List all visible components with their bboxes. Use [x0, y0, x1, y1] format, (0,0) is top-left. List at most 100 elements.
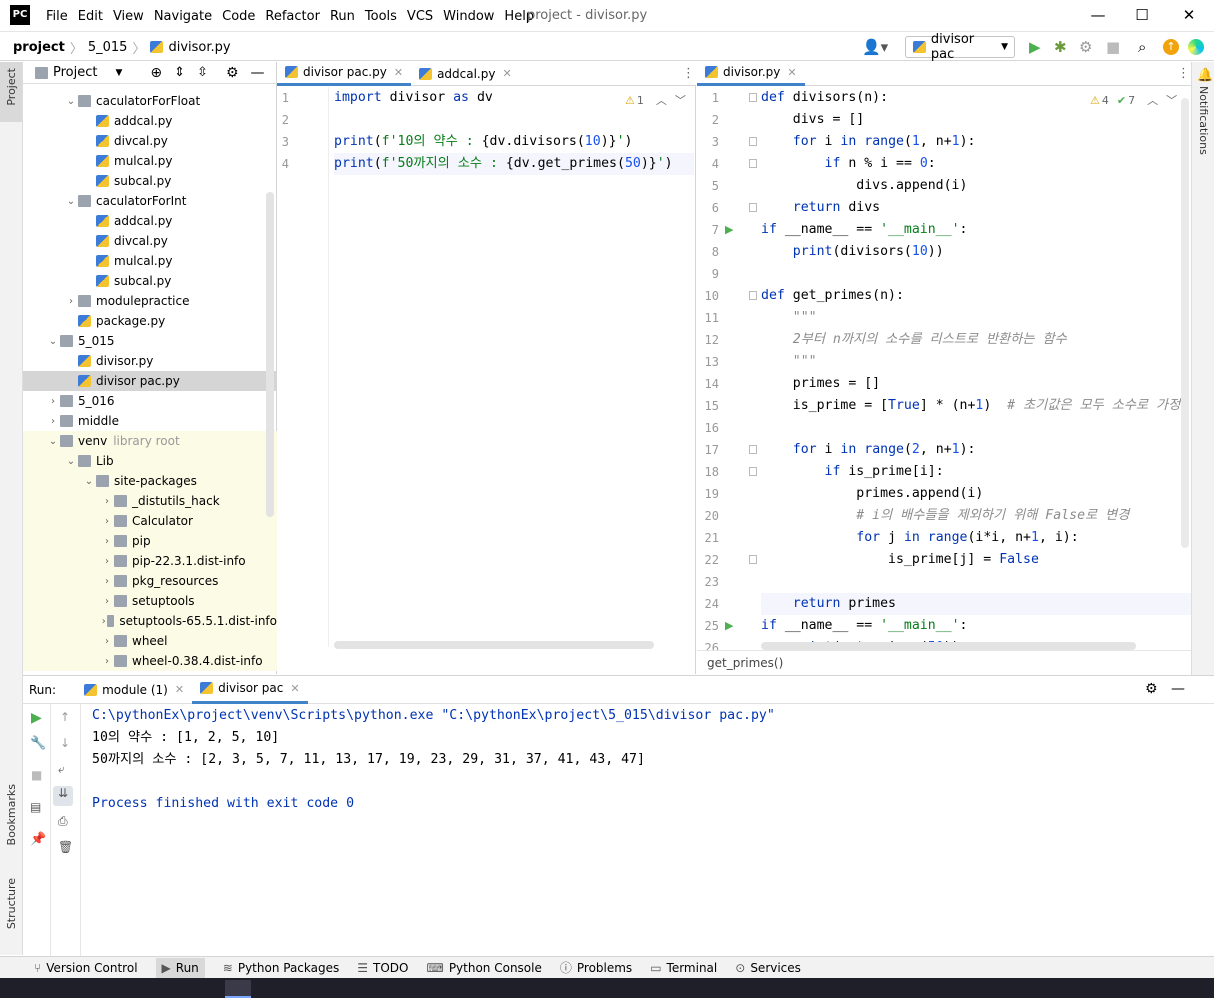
pin-icon[interactable]: 📌 [30, 832, 46, 847]
tree-item[interactable]: › setuptools [23, 591, 277, 611]
chevron-right-icon[interactable]: › [46, 396, 60, 407]
code-breadcrumb[interactable]: get_primes() [697, 650, 1191, 674]
chevron-down-icon[interactable]: ⌄ [64, 456, 78, 467]
chevron-down-icon[interactable]: ⌄ [46, 436, 60, 447]
bookmarks-tool-tab[interactable]: Bookmarks [5, 784, 18, 845]
tree-item[interactable]: divisor.py [23, 351, 277, 371]
tool-window-terminal[interactable]: ▭ Terminal [650, 961, 717, 975]
project-tool-tab[interactable]: Project [5, 68, 18, 106]
tree-item[interactable]: mulcal.py [23, 251, 277, 271]
tree-item[interactable]: mulcal.py [23, 151, 277, 171]
tree-item[interactable]: › pip [23, 531, 277, 551]
tree-item[interactable]: subcal.py [23, 271, 277, 291]
menu-code[interactable]: Code [222, 9, 255, 24]
close-icon[interactable]: ✕ [787, 66, 796, 79]
menu-navigate[interactable]: Navigate [154, 9, 212, 24]
tree-item[interactable]: › wheel [23, 631, 277, 651]
tool-window-problems[interactable]: ⓘ Problems [560, 959, 632, 976]
trash-icon[interactable]: 🗑 [58, 840, 73, 854]
tree-item[interactable]: ⌄ 5_015 [23, 331, 277, 351]
menu-file[interactable]: File [46, 9, 68, 24]
menu-tools[interactable]: Tools [365, 9, 397, 24]
close-icon[interactable]: ✕ [175, 683, 184, 696]
run-tab[interactable]: module (1) ✕ [76, 676, 192, 704]
chevron-down-icon[interactable]: ⌄ [64, 196, 78, 207]
tree-item[interactable]: ⌄ caculatorForFloat [23, 91, 277, 111]
minimize-icon[interactable]: — [1083, 6, 1113, 24]
editor-tab[interactable]: addcal.py ✕ [411, 62, 520, 86]
tree-item[interactable]: ⌄ Lib [23, 451, 277, 471]
tool-window-version-control[interactable]: ⑂ Version Control [34, 961, 138, 975]
scroll-to-end-icon[interactable]: ⇊ [53, 786, 73, 806]
fold-icon[interactable] [749, 137, 757, 146]
code-area[interactable]: def divisors(n): divs = [] for i in rang… [761, 87, 1191, 647]
collapse-all-icon[interactable]: ⇳ [197, 65, 208, 80]
chevron-down-icon[interactable]: ▼ [115, 68, 122, 78]
chevron-right-icon[interactable]: › [100, 556, 114, 567]
horizontal-scrollbar[interactable] [334, 641, 654, 649]
close-icon[interactable]: ✕ [290, 682, 299, 695]
chevron-right-icon[interactable]: › [100, 496, 114, 507]
tree-item[interactable]: divisor pac.py [23, 371, 277, 391]
console-output[interactable]: C:\pythonEx\project\venv\Scripts\python.… [92, 705, 775, 815]
menu-edit[interactable]: Edit [78, 9, 103, 24]
run-icon[interactable]: ▶ [1029, 38, 1041, 56]
menu-window[interactable]: Window [443, 9, 494, 24]
breadcrumb-folder[interactable]: 5_015 [88, 40, 128, 55]
menu-view[interactable]: View [113, 9, 144, 24]
more-tabs-icon[interactable]: ⋮ [682, 66, 695, 81]
tree-item[interactable]: package.py [23, 311, 277, 331]
editor-tab[interactable]: divisor pac.py ✕ [277, 62, 412, 86]
locate-icon[interactable]: ⊕ [150, 65, 162, 81]
run-gutter-icon[interactable]: ▶ [725, 223, 733, 236]
bell-icon[interactable]: 🔔 [1197, 68, 1213, 83]
tool-window-python-packages[interactable]: ≋ Python Packages [223, 961, 339, 975]
maximize-icon[interactable]: ☐ [1127, 6, 1157, 24]
chevron-right-icon[interactable]: › [100, 536, 114, 547]
rerun-icon[interactable]: ▶ [31, 710, 42, 726]
update-icon[interactable]: ↑ [1163, 39, 1179, 55]
gear-icon[interactable]: ⚙ [226, 65, 239, 81]
fold-icon[interactable] [749, 445, 757, 454]
chevron-down-icon[interactable]: ⌄ [46, 336, 60, 347]
stop-icon[interactable]: ■ [1106, 38, 1120, 56]
chevron-right-icon[interactable]: › [100, 576, 114, 587]
menu-vcs[interactable]: VCS [407, 9, 433, 24]
tree-item[interactable]: ⌄ site-packages [23, 471, 277, 491]
fold-icon[interactable] [749, 555, 757, 564]
tree-item[interactable]: › setuptools-65.5.1.dist-info [23, 611, 277, 631]
gear-icon[interactable]: ⚙ [1145, 681, 1158, 697]
chevron-right-icon[interactable]: › [46, 416, 60, 427]
tree-item[interactable]: divcal.py [23, 231, 277, 251]
expand-all-icon[interactable]: ⇕ [174, 65, 185, 80]
close-icon[interactable]: ✕ [394, 66, 403, 79]
chevron-right-icon[interactable]: › [100, 656, 114, 667]
tree-item[interactable]: › Calculator [23, 511, 277, 531]
coverage-icon[interactable]: ⚙ [1079, 38, 1092, 56]
menu-run[interactable]: Run [330, 9, 355, 24]
menu-refactor[interactable]: Refactor [265, 9, 320, 24]
print-icon[interactable]: ⎙ [58, 814, 68, 829]
tool-window-todo[interactable]: ☰ TODO [357, 961, 408, 975]
notifications-tool-tab[interactable]: Notifications [1197, 86, 1210, 155]
tree-item[interactable]: › pkg_resources [23, 571, 277, 591]
fold-icon[interactable] [749, 159, 757, 168]
arrow-up-icon[interactable]: ↑ [60, 710, 70, 724]
tree-item[interactable]: subcal.py [23, 171, 277, 191]
chevron-right-icon[interactable]: › [100, 616, 107, 627]
user-icon[interactable]: 👤▾ [862, 38, 888, 56]
run-tab[interactable]: divisor pac ✕ [192, 676, 308, 704]
tree-item[interactable]: › 5_016 [23, 391, 277, 411]
tree-item[interactable]: addcal.py [23, 111, 277, 131]
search-icon[interactable]: ⌕ [1138, 38, 1146, 56]
tree-item[interactable]: addcal.py [23, 211, 277, 231]
vertical-scrollbar[interactable] [1181, 98, 1189, 548]
fold-icon[interactable] [749, 93, 757, 102]
tree-scrollbar[interactable] [266, 192, 274, 517]
breadcrumb-project[interactable]: project [13, 40, 65, 55]
arrow-down-icon[interactable]: ↓ [60, 736, 70, 750]
jetbrains-ai-icon[interactable] [1188, 39, 1204, 55]
tree-item[interactable]: › wheel-0.38.4.dist-info [23, 651, 277, 671]
project-panel-title[interactable]: Project [53, 65, 97, 80]
tree-item[interactable]: › pip-22.3.1.dist-info [23, 551, 277, 571]
